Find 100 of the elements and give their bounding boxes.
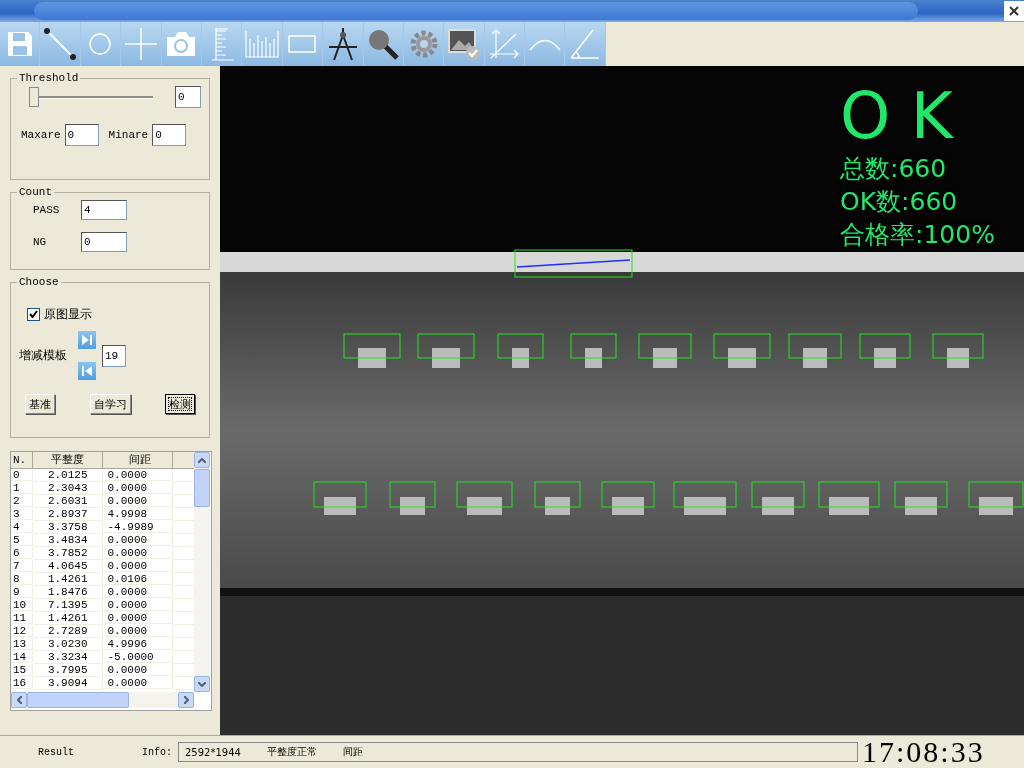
table-cell: 3.9094 — [32, 677, 104, 690]
chevron-right-icon — [183, 696, 189, 704]
table-cell: 3.7852 — [32, 547, 104, 560]
table-cell: 0.0000 — [103, 612, 174, 624]
table-cell: 2.3043 — [32, 482, 104, 495]
arc-icon — [528, 37, 561, 51]
table-cell: 3.7995 — [32, 664, 104, 677]
threshold-slider[interactable] — [29, 86, 153, 108]
table-cell: 0.0000 — [103, 482, 174, 494]
image-check-icon — [447, 27, 481, 61]
info-text: 2592*1944 — [185, 746, 241, 758]
close-icon — [1008, 5, 1020, 17]
scroll-down-button[interactable] — [194, 676, 210, 692]
table-cell: 2.8937 — [32, 508, 104, 521]
table-cell: 0.0000 — [103, 664, 174, 676]
histogram-icon — [245, 29, 280, 59]
table-cell: 12 — [11, 625, 33, 637]
table-cell: 1.8476 — [32, 586, 104, 599]
column-header[interactable] — [173, 452, 194, 469]
vertical-scrollbar[interactable] — [194, 452, 210, 692]
compass-icon — [327, 27, 358, 61]
table-cell: 14 — [11, 651, 33, 663]
table-cell: 2.0125 — [32, 469, 104, 482]
slider-thumb[interactable] — [29, 87, 39, 107]
scroll-left-button[interactable] — [11, 692, 27, 708]
scroll-thumb[interactable] — [194, 469, 210, 507]
table-cell: 7 — [11, 560, 33, 572]
table-cell: 0.0000 — [103, 534, 174, 546]
threshold-value-field[interactable]: 0 — [175, 86, 201, 108]
table-cell: 3.3758 — [32, 521, 104, 534]
table-cell: 2.6031 — [32, 495, 104, 508]
table-cell: 2.7289 — [32, 625, 104, 638]
clock-text: 17:08:33 — [862, 735, 985, 768]
check-icon — [29, 310, 38, 319]
magnifier-icon — [367, 28, 400, 60]
table-cell: 7.1395 — [32, 599, 104, 612]
group-title: Count — [18, 186, 53, 198]
field-label: NG — [33, 236, 48, 248]
table-cell: 3.0230 — [32, 638, 104, 651]
table-cell: 1.4261 — [32, 573, 104, 586]
scroll-up-button[interactable] — [194, 452, 210, 468]
template-count-field[interactable]: 19 — [102, 344, 126, 367]
table-cell: 0.0106 — [103, 573, 174, 585]
template-label: 增减模板 — [19, 348, 68, 364]
table-cell: 3 — [11, 508, 33, 520]
group-title: Threshold — [18, 72, 80, 84]
result-label: Result — [38, 746, 75, 758]
table-cell: 0.0000 — [103, 495, 174, 507]
table-cell: 16 — [11, 677, 33, 689]
horizontal-scrollbar[interactable] — [11, 692, 194, 708]
line-segment-icon — [43, 27, 78, 61]
previous-button[interactable] — [78, 362, 96, 380]
table-cell: 4 — [11, 521, 33, 533]
table-cell: 9 — [11, 586, 33, 598]
field-label: Minare — [108, 129, 149, 141]
table-cell: 10 — [11, 599, 33, 611]
statistics-text: 合格率:100% — [840, 219, 996, 251]
table-cell: 0.0000 — [103, 547, 174, 559]
statistics-text: OK数:660 — [840, 186, 959, 218]
table-cell: 15 — [11, 664, 33, 676]
info-text: 间距 — [342, 745, 363, 759]
skip-back-icon — [81, 365, 93, 377]
column-header[interactable]: 平整度 — [33, 452, 103, 469]
action-button[interactable]: 自学习 — [89, 394, 131, 414]
table-cell: 1 — [11, 482, 33, 494]
rectangle-icon — [288, 35, 317, 53]
action-button[interactable]: 检测 — [165, 394, 195, 414]
angle-icon — [569, 28, 602, 60]
table-cell: 0 — [11, 469, 33, 481]
checkbox[interactable] — [27, 308, 40, 321]
settings-icon — [409, 30, 438, 58]
show-original-checkbox[interactable]: 原图显示 — [27, 306, 203, 323]
close-button[interactable] — [1004, 1, 1024, 21]
table-cell: 8 — [11, 573, 33, 585]
column-header[interactable]: N. — [11, 452, 33, 469]
table-cell: 0.0000 — [103, 599, 174, 611]
count-field[interactable]: 4 — [81, 200, 127, 220]
area-field[interactable]: 0 — [64, 124, 99, 146]
count-field[interactable]: 0 — [81, 232, 127, 252]
histogram-button[interactable] — [242, 22, 283, 66]
table-cell: 0.0000 — [103, 560, 174, 572]
info-label: Info: — [142, 746, 173, 758]
action-button[interactable]: 基准 — [25, 394, 55, 414]
info-text: 平整度正常 — [266, 745, 317, 759]
table-cell: 0.0000 — [103, 677, 174, 689]
camera-icon — [166, 31, 197, 57]
table-cell: 11 — [11, 612, 33, 624]
column-header[interactable]: 间距 — [103, 452, 173, 469]
scroll-right-button[interactable] — [178, 692, 194, 708]
table-cell: 13 — [11, 638, 33, 650]
table-cell: 2 — [11, 495, 33, 507]
area-field[interactable]: 0 — [152, 124, 187, 146]
field-label: Maxare — [21, 129, 61, 141]
scroll-thumb[interactable] — [27, 692, 129, 708]
table-cell: 3.4834 — [32, 534, 104, 547]
table-cell: 4.9998 — [103, 508, 174, 520]
circle-icon — [88, 32, 113, 56]
crosshair-icon — [124, 28, 157, 60]
next-button[interactable] — [78, 331, 96, 349]
axes-icon — [488, 28, 521, 60]
